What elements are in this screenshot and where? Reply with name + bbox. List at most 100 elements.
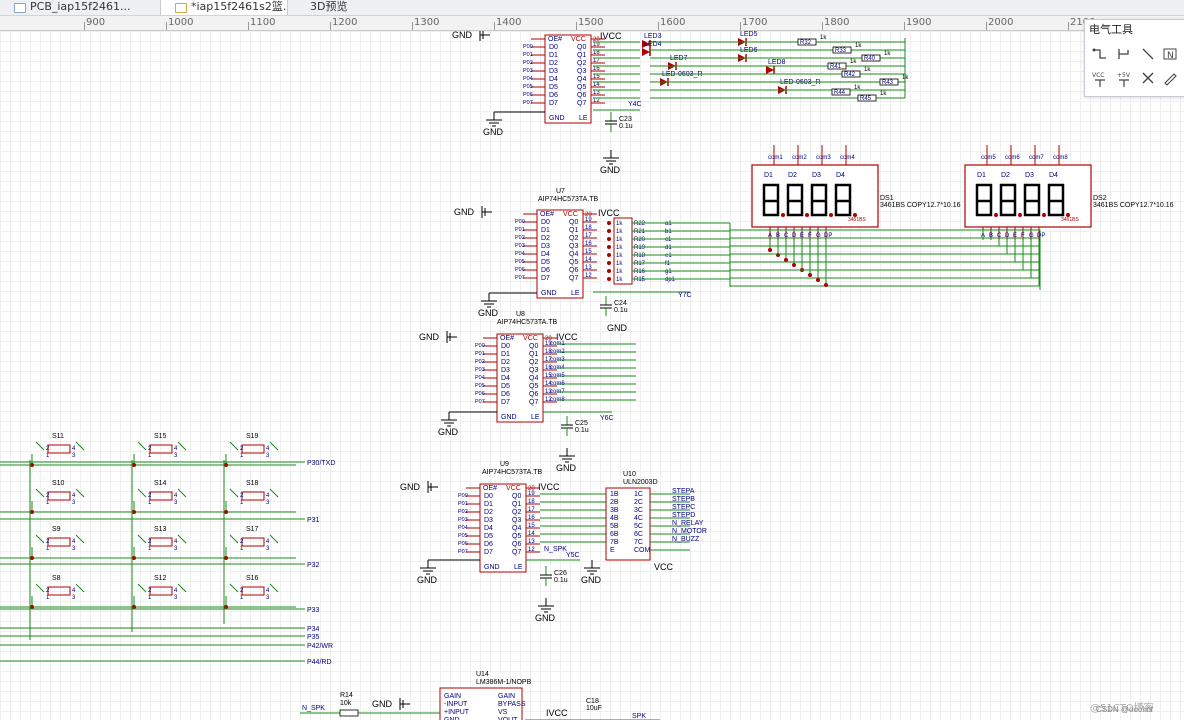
resistor-ref: R33 <box>835 48 847 54</box>
power-label: IVCC <box>538 482 560 492</box>
resistor-body <box>339 709 359 717</box>
pin-name: Q1 <box>577 52 586 59</box>
junction-dot <box>132 463 136 467</box>
led-ref: LED5 <box>740 31 758 38</box>
ground-label: GND <box>454 207 475 217</box>
pin-name: Q3 <box>512 517 521 524</box>
junction-dot <box>784 258 788 262</box>
net-label: N_RELAY <box>672 520 704 527</box>
pin-name: Q5 <box>569 259 578 266</box>
pin-name: Q4 <box>529 375 538 382</box>
pin-name: D7 <box>541 275 550 282</box>
resistor-value: 10k <box>340 700 352 707</box>
ground-label: GND <box>600 165 621 175</box>
junction-dot <box>607 245 611 249</box>
pin-number: 14 <box>585 257 592 263</box>
vcc-tool-icon[interactable]: VCC <box>1091 70 1109 88</box>
pin-name: VS <box>498 709 508 716</box>
junction-dot <box>607 229 611 233</box>
com-label: com6 <box>1005 155 1020 161</box>
pin-number: 18 <box>585 225 592 231</box>
digit-label: D4 <box>836 172 845 179</box>
net-label: N_SPK <box>302 705 325 712</box>
ruler-tick <box>740 22 741 30</box>
led-ref: LED3 <box>644 33 662 40</box>
no-connect-tool-icon[interactable] <box>1139 70 1157 88</box>
junction-dot <box>607 237 611 241</box>
ruler-tick-label: 1900 <box>906 17 932 28</box>
pin-number: 2 <box>240 446 244 452</box>
net-label: Y7C <box>678 292 692 299</box>
pin-number: 17 <box>585 233 592 239</box>
pin-name: D7 <box>549 100 558 107</box>
net-label: P06 <box>523 92 533 98</box>
tab-3d-preview[interactable]: 3D预览 <box>292 0 372 15</box>
led-symbol <box>642 48 650 56</box>
pin-name: D5 <box>549 84 558 91</box>
junction-dot <box>824 283 828 287</box>
rpack-ref: R20 <box>634 237 646 243</box>
plus5v-tool-icon[interactable]: +5V <box>1115 70 1133 88</box>
digit-label: D2 <box>1001 172 1010 179</box>
pin-number: 3 <box>174 453 178 459</box>
net-label: P07 <box>475 399 485 405</box>
com-label: com5 <box>981 155 996 161</box>
led-ref: LED8 <box>768 59 786 66</box>
pin-number: 16 <box>593 66 600 72</box>
pin-name: Q4 <box>577 76 586 83</box>
junction-dot <box>224 556 228 560</box>
tab-label: PCB_iap15f2461... <box>30 0 131 13</box>
pin-name: 6C <box>634 531 643 538</box>
pin-name: 7C <box>634 539 643 546</box>
pin-number: 4 <box>72 446 76 452</box>
vcc-tool-label: VCC <box>1092 72 1104 79</box>
switch-ref: S11 <box>52 433 64 440</box>
resistor-value: 1k <box>820 35 827 41</box>
rpack-value: 1k <box>616 269 623 275</box>
tab-schematic[interactable]: *iap15f2461s2篮... <box>160 0 288 15</box>
line-tool-icon[interactable] <box>1139 46 1157 64</box>
net-label: P02 <box>515 235 525 241</box>
display-part: 3461BS COPY12.7*10.16 <box>1093 202 1174 209</box>
net-label: dp1 <box>665 277 676 283</box>
switch-ref: S17 <box>246 526 259 533</box>
wire-tool-icon[interactable] <box>1091 46 1109 64</box>
net-label: P05 <box>515 259 525 265</box>
resistor-value: 1k <box>855 43 862 49</box>
pin-number: 12 <box>585 273 592 279</box>
pin-name: D0 <box>484 493 493 500</box>
pin-name: D7 <box>484 549 493 556</box>
cap-ref: C26 <box>554 570 567 577</box>
pin-name: OE# <box>483 485 497 492</box>
resistor-ref: R45 <box>860 96 872 102</box>
rpack-value: 1k <box>616 261 623 267</box>
ground-label: GND <box>372 699 393 709</box>
schematic-canvas[interactable]: OE# VCC D0 Q0 P00 19 D1 Q1 P01 18 D2 Q2 P02 17 D3 Q3 P03… <box>0 31 1184 720</box>
pin-name: D2 <box>549 60 558 67</box>
pin-number: 16 <box>528 515 535 521</box>
net-label: c1 <box>665 237 672 243</box>
pin-name: Q1 <box>569 227 578 234</box>
pin-name: E <box>610 547 615 554</box>
ruler-tick-label: 1700 <box>742 17 768 28</box>
net-label-tool-icon[interactable]: N <box>1161 46 1179 64</box>
net-label: b1 <box>665 229 672 235</box>
no-connect <box>269 488 279 498</box>
pin-number: 18 <box>593 50 600 56</box>
no-connect <box>177 441 187 451</box>
rpack-value: 1k <box>616 221 623 227</box>
pin-name: 5B <box>610 523 619 530</box>
rpack-ref: R17 <box>634 261 646 267</box>
pin-number: 1 <box>240 453 244 459</box>
bus-entry-tool-icon[interactable] <box>1115 46 1133 64</box>
cap-value: 0.1u <box>619 123 633 130</box>
tab-pcb[interactable]: PCB_iap15f2461... <box>0 0 155 15</box>
com-label: com7 <box>1029 155 1044 161</box>
pen-tool-icon[interactable] <box>1161 70 1179 88</box>
ruler-tick <box>412 22 413 30</box>
tab-bar: PCB_iap15f2461... *iap15f2461s2篮... 3D预览 <box>0 0 1184 16</box>
no-connect <box>177 583 187 593</box>
pin-name: 1C <box>634 491 643 498</box>
net-label: P06 <box>458 541 468 547</box>
junction-dot <box>768 248 772 252</box>
